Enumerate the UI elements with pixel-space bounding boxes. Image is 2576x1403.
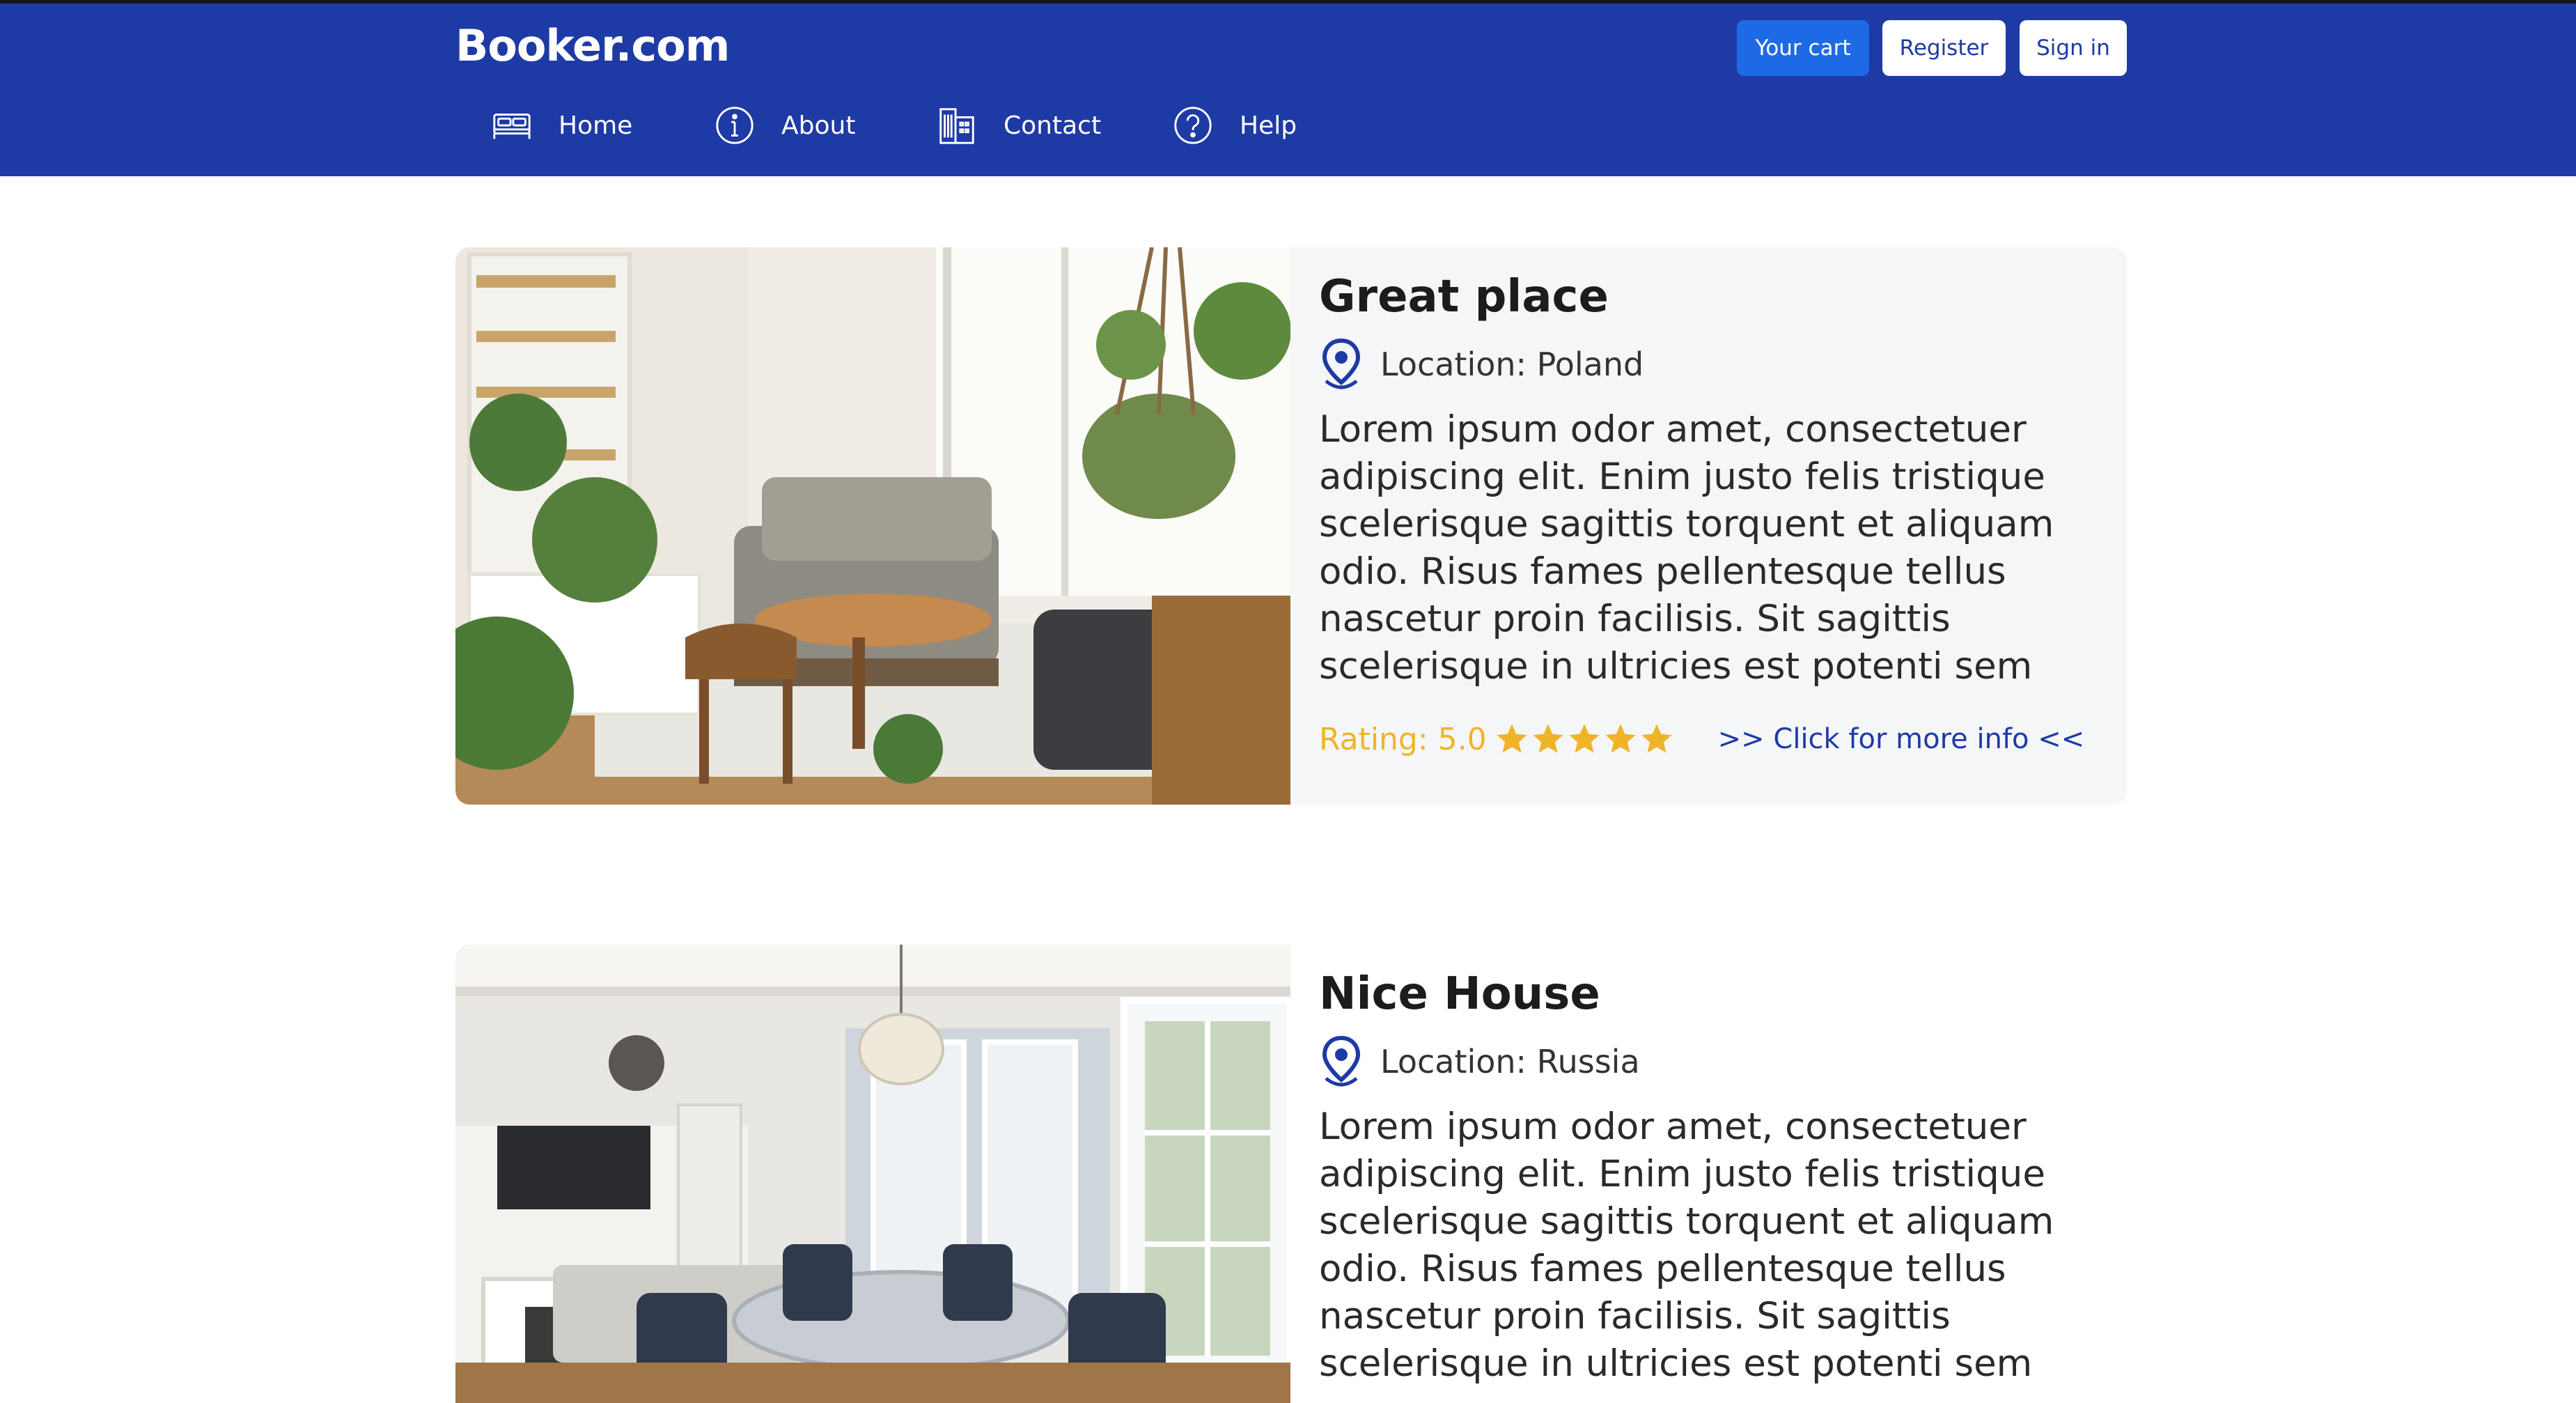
dining-room-photo xyxy=(455,945,1290,1403)
your-cart-button[interactable]: Your cart xyxy=(1737,20,1869,76)
sign-in-button[interactable]: Sign in xyxy=(2020,20,2127,76)
listing-location-text: Location: Poland xyxy=(1380,346,1644,383)
listing-photo[interactable] xyxy=(455,945,1290,1403)
star-icon xyxy=(1568,724,1600,753)
info-icon xyxy=(716,107,754,144)
location-pin-icon xyxy=(1322,338,1361,389)
nav-home[interactable]: Home xyxy=(490,100,632,151)
listing-card: Nice House Location: Russia Lorem ipsum … xyxy=(455,945,2127,1403)
nav-about[interactable]: About xyxy=(713,100,855,151)
help-icon xyxy=(1174,107,1212,144)
listing-photo[interactable] xyxy=(455,247,1290,805)
listing-title[interactable]: Great place xyxy=(1319,271,1609,323)
site-header: Booker.com Your cart Register Sign in Ho… xyxy=(0,3,2576,176)
nav-home-label: Home xyxy=(559,111,633,140)
listing-location-text: Location: Russia xyxy=(1380,1043,1640,1080)
star-icon xyxy=(1641,724,1672,753)
rating-label: Rating: 5.0 xyxy=(1319,721,1487,757)
listing-title[interactable]: Nice House xyxy=(1319,968,1600,1020)
more-info-link[interactable]: >> Click for more info << xyxy=(1718,723,2085,755)
star-icon xyxy=(1496,724,1527,753)
rating-stars xyxy=(1494,721,1675,757)
star-icon xyxy=(1532,724,1563,753)
nav-help[interactable]: Help xyxy=(1171,100,1297,151)
bed-icon xyxy=(493,114,531,139)
listing-description: Lorem ipsum odor amet, consectetuer adip… xyxy=(1319,408,2054,688)
brand-logo[interactable]: Booker.com xyxy=(455,20,730,71)
star-icon xyxy=(1605,724,1636,753)
rating-row: Rating: 5.0 >> Click for more info << xyxy=(1319,721,2084,757)
register-button[interactable]: Register xyxy=(1882,20,2006,76)
listing-location: Location: Poland xyxy=(1319,338,1644,391)
listing-location: Location: Russia xyxy=(1319,1035,1640,1088)
listing-description: Lorem ipsum odor amet, consectetuer adip… xyxy=(1319,1106,2054,1385)
nav-contact[interactable]: Contact xyxy=(935,100,1101,151)
nav-help-label: Help xyxy=(1240,111,1297,140)
location-pin-icon xyxy=(1322,1035,1361,1087)
building-icon xyxy=(939,108,974,144)
living-room-photo xyxy=(455,247,1290,805)
nav-contact-label: Contact xyxy=(1004,111,1102,140)
listing-card: Great place Location: Poland Lorem ipsum… xyxy=(455,247,2127,805)
nav-about-label: About xyxy=(781,111,856,140)
